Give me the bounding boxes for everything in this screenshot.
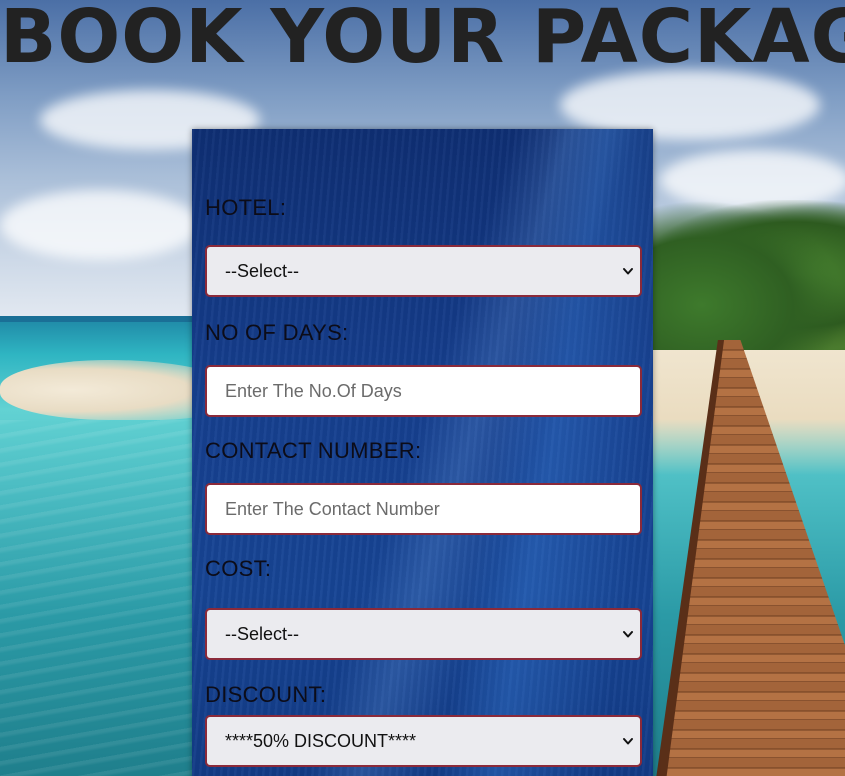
contact-number-input[interactable] — [205, 483, 642, 535]
booking-page: BOOK YOUR PACKAGE HOTEL: --Select-- NO O… — [0, 0, 845, 776]
chevron-down-icon — [623, 268, 633, 275]
cost-select[interactable]: --Select-- — [205, 608, 642, 660]
booking-form: HOTEL: --Select-- NO OF DAYS: CONTACT NU… — [192, 129, 653, 776]
chevron-down-icon — [623, 738, 633, 745]
page-title: BOOK YOUR PACKAGE — [0, 0, 845, 80]
chevron-down-icon — [623, 631, 633, 638]
discount-label: DISCOUNT: — [205, 682, 327, 707]
hotel-select[interactable]: --Select-- — [205, 245, 642, 297]
hotel-select-value: --Select-- — [225, 261, 300, 281]
cost-label: COST: — [205, 556, 272, 581]
island-trees — [640, 200, 845, 350]
wooden-pier — [640, 340, 845, 776]
cost-select-value: --Select-- — [225, 624, 300, 644]
contact-label: CONTACT NUMBER: — [205, 438, 422, 463]
days-input[interactable] — [205, 365, 642, 417]
discount-select-value: ****50% DISCOUNT**** — [225, 731, 417, 751]
days-label: NO OF DAYS: — [205, 320, 349, 345]
discount-select[interactable]: ****50% DISCOUNT**** — [205, 715, 642, 767]
water-ripples — [0, 420, 200, 776]
hotel-label: HOTEL: — [205, 195, 287, 220]
cloud — [0, 190, 200, 260]
